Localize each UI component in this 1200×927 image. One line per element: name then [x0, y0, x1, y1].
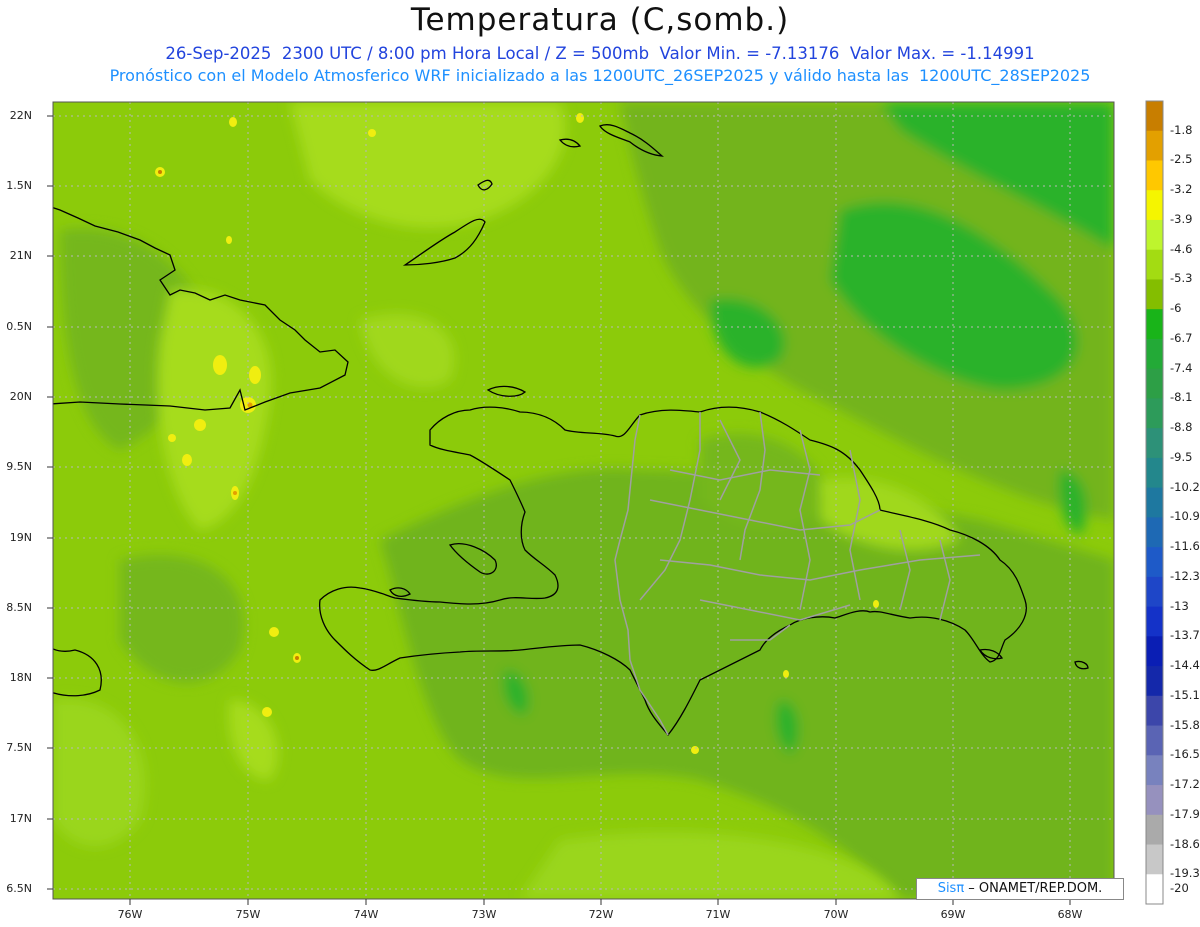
colorbar-label: -7.4	[1170, 360, 1193, 375]
colorbar-swatch	[1146, 219, 1163, 251]
colorbar-label: -3.2	[1170, 182, 1193, 197]
colorbar	[1145, 100, 1164, 905]
colorbar-label: -12.3	[1170, 568, 1200, 583]
lat-label: 9.5N	[6, 460, 32, 473]
lat-label: 21N	[9, 249, 32, 262]
colorbar-label: -20	[1170, 881, 1189, 896]
lat-label: 8.5N	[6, 601, 32, 614]
colorbar-swatch	[1146, 279, 1163, 310]
colorbar-label: -6.7	[1170, 330, 1193, 345]
lat-label: 18N	[9, 671, 32, 684]
colorbar-swatch	[1146, 695, 1163, 727]
colorbar-swatch	[1146, 190, 1163, 221]
lat-label: 17N	[9, 812, 32, 825]
lon-label: 75W	[235, 908, 261, 921]
lon-label: 68W	[1057, 908, 1083, 921]
colorbar-label: -10.2	[1170, 479, 1200, 494]
colorbar-label: -4.6	[1170, 241, 1193, 256]
colorbar-label: -16.5	[1170, 747, 1200, 762]
colorbar-swatch	[1146, 576, 1163, 608]
credit-org: – ONAMET/REP.DOM.	[964, 881, 1103, 896]
subtitle-model-info: Pronóstico con el Modelo Atmosferico WRF…	[109, 66, 1091, 85]
colorbar-swatch	[1146, 844, 1163, 875]
colorbar-swatch	[1146, 606, 1163, 637]
lat-label: 1.5N	[6, 179, 32, 192]
colorbar-swatch	[1146, 338, 1163, 370]
colorbar-label: -1.8	[1170, 122, 1193, 137]
lat-label: 20N	[9, 390, 32, 403]
colorbar-swatch	[1146, 130, 1163, 161]
colorbar-swatch	[1146, 725, 1163, 756]
colorbar-label: -5.3	[1170, 271, 1193, 286]
colorbar-swatch	[1146, 874, 1163, 905]
colorbar-label: -10.9	[1170, 509, 1200, 524]
credit-brand: Sisπ	[937, 881, 965, 896]
colorbar-swatch	[1146, 487, 1163, 518]
lon-label: 69W	[940, 908, 966, 921]
colorbar-label: -9.5	[1170, 449, 1193, 464]
colorbar-label: -13	[1170, 598, 1189, 613]
colorbar-swatch	[1146, 547, 1163, 578]
colorbar-label: -2.5	[1170, 152, 1193, 167]
colorbar-label: -14.4	[1170, 658, 1200, 673]
colorbar-swatch	[1146, 398, 1163, 429]
colorbar-swatch	[1146, 457, 1163, 489]
colorbar-swatch	[1146, 101, 1163, 132]
colorbar-label: -13.7	[1170, 628, 1200, 643]
chart-title: Temperatura (C,somb.)	[410, 2, 790, 38]
colorbar-label: -18.6	[1170, 836, 1200, 851]
colorbar-swatch	[1146, 755, 1163, 786]
lat-label: 6.5N	[6, 882, 32, 895]
colorbar-swatch	[1146, 368, 1163, 399]
colorbar-label: -15.1	[1170, 687, 1200, 702]
lon-label: 74W	[353, 908, 379, 921]
lat-label: 19N	[9, 531, 32, 544]
temperature-map	[47, 100, 1164, 905]
colorbar-swatch	[1146, 249, 1163, 280]
lat-label: 22N	[9, 109, 32, 122]
lon-label: 71W	[705, 908, 731, 921]
colorbar-swatch	[1146, 814, 1163, 846]
colorbar-swatch	[1146, 785, 1163, 816]
colorbar-label: -15.8	[1170, 717, 1200, 732]
colorbar-label: -17.2	[1170, 777, 1200, 792]
colorbar-swatch	[1146, 160, 1163, 191]
lat-label: 7.5N	[6, 741, 32, 754]
temperature-field	[53, 102, 1114, 899]
subtitle-valid-time: 26-Sep-2025 2300 UTC / 8:00 pm Hora Loca…	[165, 44, 1035, 63]
colorbar-label: -8.8	[1170, 420, 1193, 435]
colorbar-label: -8.1	[1170, 390, 1193, 405]
colorbar-label: -6	[1170, 301, 1182, 316]
colorbar-swatch	[1146, 666, 1163, 697]
colorbar-label: -17.9	[1170, 806, 1200, 821]
colorbar-swatch	[1146, 428, 1163, 459]
colorbar-label: -19.3	[1170, 866, 1200, 881]
colorbar-swatch	[1146, 636, 1163, 667]
lat-label: 0.5N	[6, 320, 32, 333]
colorbar-label: -3.9	[1170, 211, 1193, 226]
credit-box: Sisπ – ONAMET/REP.DOM.	[916, 878, 1124, 900]
lon-label: 70W	[823, 908, 849, 921]
lon-label: 72W	[588, 908, 614, 921]
lon-label: 76W	[117, 908, 143, 921]
colorbar-swatch	[1146, 517, 1163, 548]
lon-label: 73W	[471, 908, 497, 921]
colorbar-label: -11.6	[1170, 539, 1200, 554]
colorbar-swatch	[1146, 309, 1163, 340]
